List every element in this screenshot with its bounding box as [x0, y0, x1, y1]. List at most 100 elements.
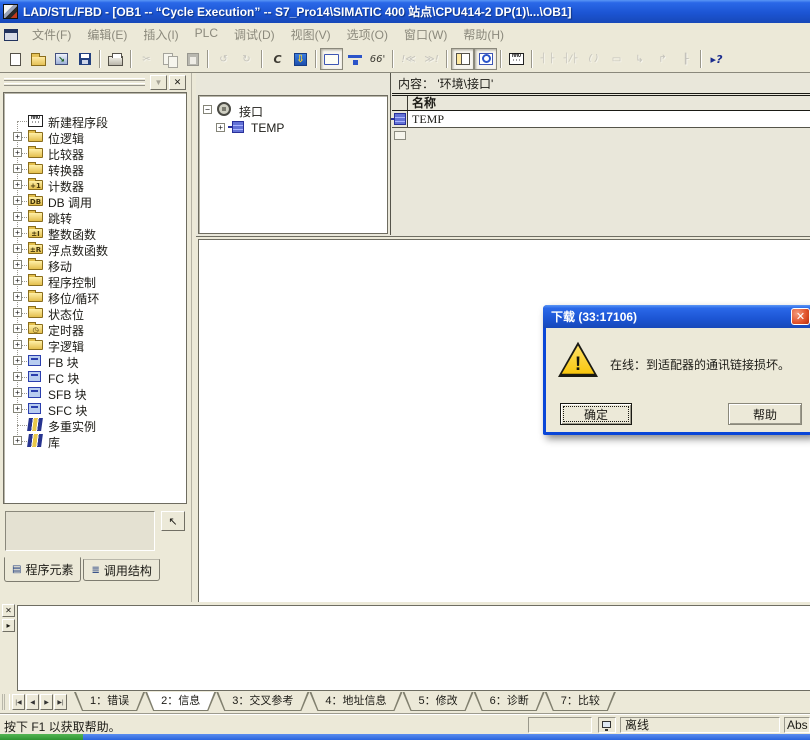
child-window-icon[interactable]: [4, 29, 18, 41]
message-tab[interactable]: 7：比较: [545, 692, 616, 711]
menu-item[interactable]: 帮助(H): [455, 24, 512, 45]
dialog-titlebar[interactable]: 下载 (33:17106) ✕: [543, 305, 810, 328]
menu-item[interactable]: 插入(I): [135, 24, 186, 45]
tree-item[interactable]: 程序控制: [4, 273, 186, 289]
message-tab[interactable]: 3：交叉参考: [216, 692, 309, 711]
grip-handle[interactable]: [4, 78, 145, 81]
symbol-info-toggle-button[interactable]: [320, 48, 343, 70]
name-cell[interactable]: TEMP: [408, 111, 810, 127]
download-button[interactable]: [289, 48, 312, 70]
titlebar[interactable]: LAD/STL/FBD - [OB1 -- “Cycle Execution” …: [0, 0, 810, 23]
address-mode-toggle-button[interactable]: C: [266, 48, 289, 70]
expander-icon[interactable]: [13, 388, 22, 397]
panel-toggle-button[interactable]: ↖: [161, 511, 185, 531]
menu-item[interactable]: 编辑(E): [79, 24, 135, 45]
tree-item[interactable]: ◷定时器: [4, 321, 186, 337]
start-button-edge[interactable]: [0, 734, 83, 740]
expander-icon[interactable]: [13, 436, 22, 445]
tree-item[interactable]: 位逻辑: [4, 129, 186, 145]
message-tab[interactable]: 4：地址信息: [309, 692, 402, 711]
expander-icon[interactable]: [13, 260, 22, 269]
expander-icon[interactable]: [13, 212, 22, 221]
open-online-station-button[interactable]: [50, 48, 73, 70]
expander-icon[interactable]: [13, 164, 22, 173]
menu-item[interactable]: 调试(D): [226, 24, 283, 45]
expander-icon[interactable]: [13, 276, 22, 285]
menu-item[interactable]: 选项(O): [339, 24, 396, 45]
help-pointer-button[interactable]: ▸?: [705, 48, 728, 70]
program-elements-tree[interactable]: 新建程序段位逻辑比较器转换器+1计数器DBDB 调用跳转±I整数函数±R浮点数函…: [3, 92, 187, 504]
expander-icon[interactable]: [13, 372, 22, 381]
tree-item[interactable]: 库: [4, 433, 186, 449]
previous-page-button[interactable]: ◀: [26, 694, 39, 710]
close-icon[interactable]: ✕: [169, 75, 186, 90]
tree-item[interactable]: ±I整数函数: [4, 225, 186, 241]
expander-icon[interactable]: [13, 292, 22, 301]
interface-tree[interactable]: 接口 TEMP: [198, 95, 388, 234]
tree-item[interactable]: ±R浮点数函数: [4, 241, 186, 257]
tree-item[interactable]: DBDB 调用: [4, 193, 186, 209]
tree-item[interactable]: SFC 块: [4, 401, 186, 417]
split-window-button[interactable]: [451, 48, 474, 70]
tree-item[interactable]: FC 块: [4, 369, 186, 385]
expander-icon[interactable]: [13, 308, 22, 317]
message-tab[interactable]: 1：错误: [74, 692, 145, 711]
first-page-button[interactable]: |◀: [12, 694, 25, 710]
expander-icon[interactable]: [13, 340, 22, 349]
next-page-button[interactable]: ▶: [40, 694, 53, 710]
expander-icon[interactable]: [216, 123, 225, 132]
expander-icon[interactable]: [13, 196, 22, 205]
network-address-button[interactable]: [343, 48, 366, 70]
close-icon[interactable]: ✕: [791, 308, 810, 325]
pane-divider[interactable]: [390, 73, 391, 235]
last-page-button[interactable]: ▶|: [54, 694, 67, 710]
print-button[interactable]: [104, 48, 127, 70]
tree-item[interactable]: 跳转: [4, 209, 186, 225]
open-folder-button[interactable]: [27, 48, 50, 70]
grip-handle[interactable]: [4, 83, 145, 86]
menu-item[interactable]: PLC: [187, 24, 226, 45]
monitor-glasses-button[interactable]: 66': [366, 48, 389, 70]
sidebar-tab[interactable]: ≣调用结构: [83, 559, 159, 581]
tree-item[interactable]: +1计数器: [4, 177, 186, 193]
help-button[interactable]: 帮助: [728, 403, 802, 425]
menu-item[interactable]: 视图(V): [283, 24, 339, 45]
message-tab[interactable]: 6：诊断: [474, 692, 545, 711]
arrow-right-icon[interactable]: ▸: [2, 619, 15, 632]
tree-item[interactable]: FB 块: [4, 353, 186, 369]
tree-item[interactable]: 转换器: [4, 161, 186, 177]
tree-item[interactable]: 移位/循环: [4, 289, 186, 305]
ok-button[interactable]: 确定: [560, 403, 632, 425]
close-icon[interactable]: ✕: [2, 604, 15, 617]
table-row[interactable]: [392, 128, 810, 144]
tree-item[interactable]: 多重实例: [4, 417, 186, 433]
expander-icon[interactable]: [13, 324, 22, 333]
tree-item[interactable]: 接口: [199, 101, 387, 117]
tree-item[interactable]: 比较器: [4, 145, 186, 161]
menu-item[interactable]: 文件(F): [24, 24, 79, 45]
table-row[interactable]: TEMP: [392, 111, 810, 128]
tree-item[interactable]: SFB 块: [4, 385, 186, 401]
expander-icon[interactable]: [13, 356, 22, 365]
menu-item[interactable]: 窗口(W): [396, 24, 455, 45]
tree-item[interactable]: 移动: [4, 257, 186, 273]
collapse-icon[interactable]: [203, 105, 212, 114]
expander-icon[interactable]: [13, 228, 22, 237]
new-document-button[interactable]: [4, 48, 27, 70]
save-button[interactable]: [73, 48, 96, 70]
tree-item[interactable]: TEMP: [199, 119, 387, 135]
overview-button[interactable]: [474, 48, 497, 70]
expander-icon[interactable]: [13, 244, 22, 253]
tree-item[interactable]: 新建程序段: [4, 113, 186, 129]
name-cell[interactable]: [408, 128, 810, 144]
sidebar-dock-header[interactable]: ▼ ✕: [2, 75, 187, 91]
new-network-button[interactable]: [505, 48, 528, 70]
sidebar-tab[interactable]: ▤程序元素: [4, 557, 81, 582]
expander-icon[interactable]: [13, 404, 22, 413]
expander-icon[interactable]: [13, 148, 22, 157]
expander-icon[interactable]: [13, 132, 22, 141]
tree-item[interactable]: 字逻辑: [4, 337, 186, 353]
grip-handle[interactable]: [2, 694, 10, 710]
message-tab[interactable]: 2：信息: [145, 692, 216, 711]
message-tab[interactable]: 5：修改: [403, 692, 474, 711]
